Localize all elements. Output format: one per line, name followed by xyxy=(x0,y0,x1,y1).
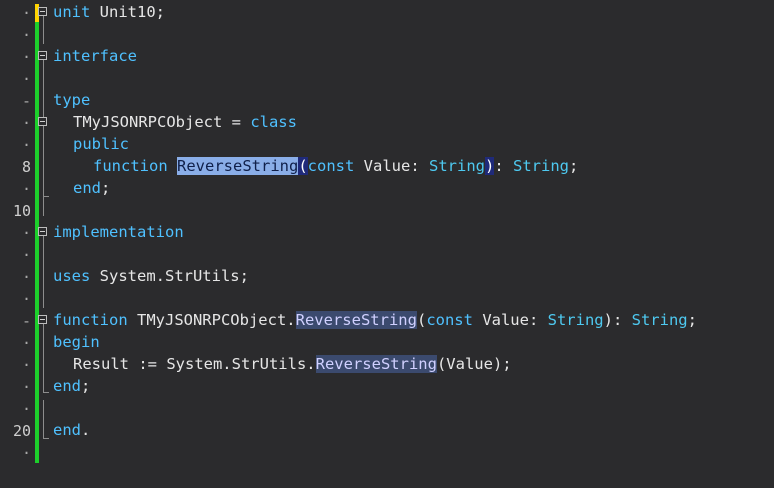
type-name: String xyxy=(547,311,604,329)
reference-highlight: ReverseString xyxy=(295,311,417,329)
keyword: const xyxy=(426,311,473,329)
line-marker: · xyxy=(21,444,31,462)
code-line[interactable]: uses System.StrUtils; xyxy=(0,265,774,287)
code-text: ; xyxy=(687,311,697,329)
keyword: end xyxy=(53,421,81,439)
keyword: uses xyxy=(53,267,91,285)
code-line[interactable]: unit Unit10; xyxy=(0,1,774,23)
code-text: Value: xyxy=(472,311,548,329)
code-text: ( xyxy=(416,311,427,329)
code-line[interactable]: begin xyxy=(0,331,774,353)
code-text: Unit10; xyxy=(90,3,165,21)
keyword: function xyxy=(53,311,128,329)
keyword: implementation xyxy=(53,223,184,241)
code-line-current[interactable]: function ReverseString(const Value: Stri… xyxy=(0,155,774,177)
type-name: String xyxy=(631,311,688,329)
code-line[interactable]: implementation xyxy=(0,221,774,243)
matched-bracket: ) xyxy=(485,157,495,175)
code-line[interactable]: Result := System.StrUtils.ReverseString(… xyxy=(0,353,774,375)
code-line[interactable]: end; xyxy=(0,177,774,199)
line-marker: · xyxy=(21,290,31,308)
code-line[interactable]: function TMyJSONRPCObject.ReverseString(… xyxy=(0,309,774,331)
line-marker: · xyxy=(21,246,31,264)
keyword: function xyxy=(93,157,168,175)
keyword: interface xyxy=(53,47,137,65)
code-editor[interactable]: · · · · - · · 8 · 10 · · · · - · · · · 2… xyxy=(0,0,774,488)
code-text: : xyxy=(494,157,514,175)
keyword: end xyxy=(53,377,81,395)
class-name: TMyJSONRPCObject xyxy=(73,113,223,131)
type-name: String xyxy=(429,157,485,175)
code-line[interactable]: public xyxy=(0,133,774,155)
keyword: type xyxy=(53,91,91,109)
code-text: TMyJSONRPCObject. xyxy=(127,311,296,329)
keyword: end xyxy=(73,179,101,197)
line-marker: · xyxy=(21,70,31,88)
code-line[interactable]: interface xyxy=(0,45,774,67)
code-line[interactable]: type xyxy=(0,89,774,111)
line-marker: · xyxy=(21,26,31,44)
code-line[interactable]: end; xyxy=(0,375,774,397)
matched-bracket: ( xyxy=(298,157,308,175)
code-line[interactable]: TMyJSONRPCObject = class xyxy=(0,111,774,133)
code-text: Value: xyxy=(354,157,429,175)
code-text: (Value); xyxy=(436,355,512,373)
code-text: ; xyxy=(81,377,91,395)
reference-highlight: ReverseString xyxy=(315,355,437,373)
code-text: Result := System.StrUtils. xyxy=(73,355,316,373)
keyword: class xyxy=(250,113,297,131)
code-text: . xyxy=(81,421,91,439)
keyword: unit xyxy=(53,3,91,21)
keyword: begin xyxy=(53,333,100,351)
code-line[interactable]: end. xyxy=(0,419,774,441)
line-marker: · xyxy=(21,400,31,418)
code-text: = xyxy=(222,113,251,131)
code-text: ; xyxy=(569,157,579,175)
code-text: ): xyxy=(603,311,632,329)
keyword: public xyxy=(73,135,129,153)
selected-text[interactable]: ReverseString xyxy=(177,157,299,175)
type-name: String xyxy=(513,157,570,175)
line-number: 10 xyxy=(12,202,31,220)
keyword: const xyxy=(307,157,355,175)
code-text: ; xyxy=(101,179,111,197)
code-text: System.StrUtils; xyxy=(90,267,249,285)
